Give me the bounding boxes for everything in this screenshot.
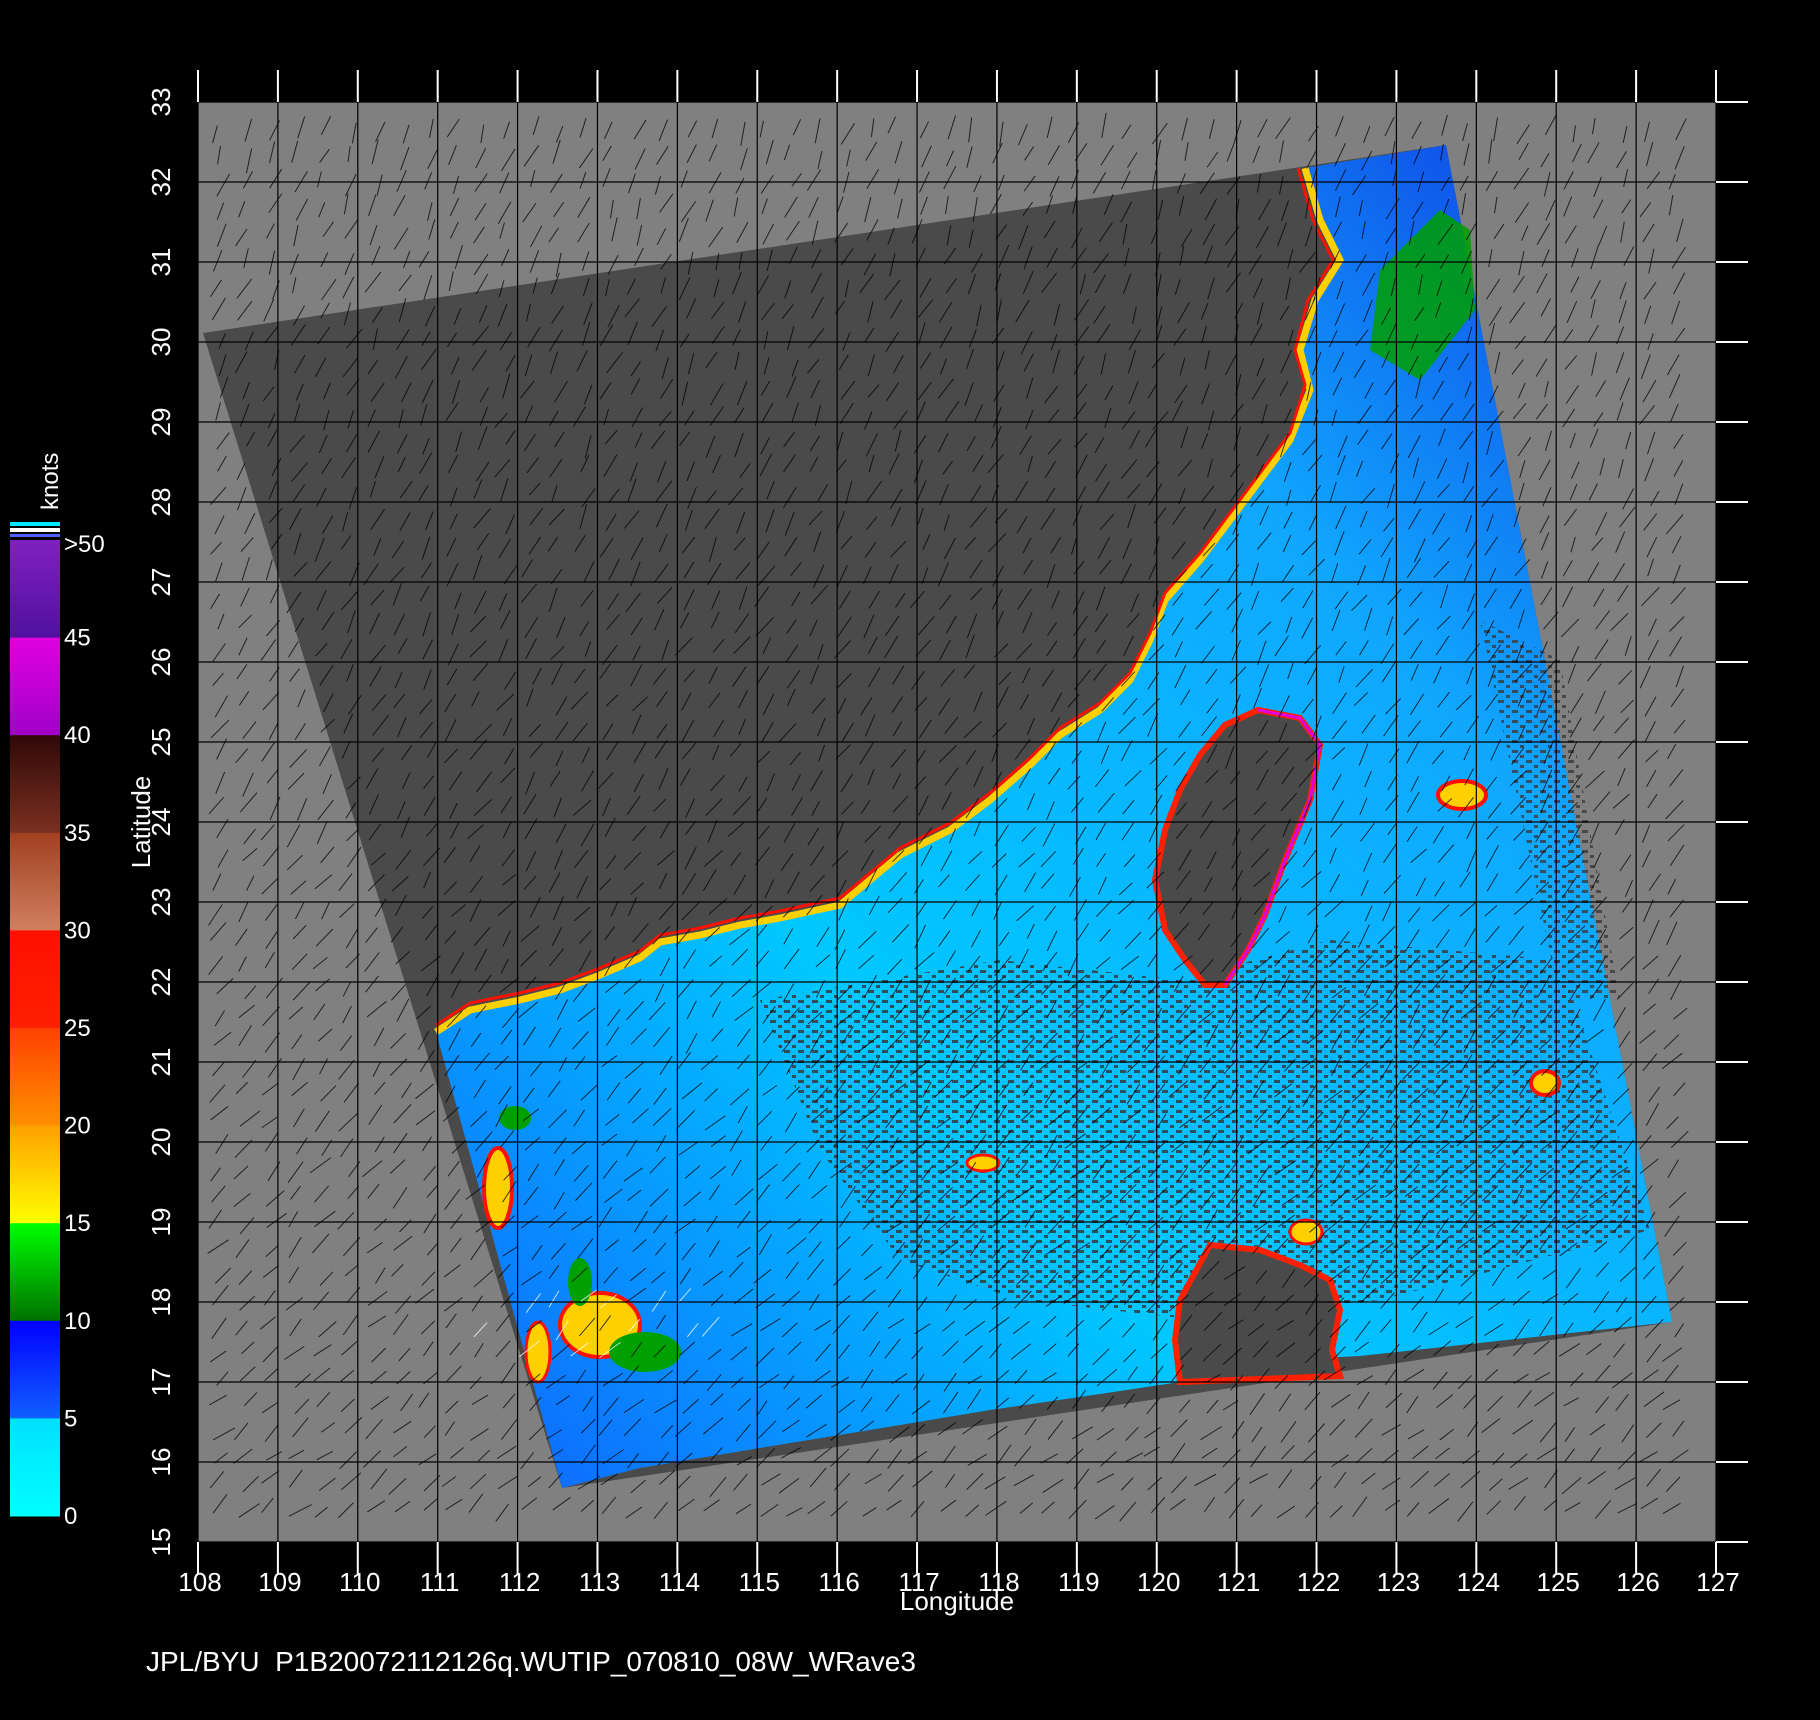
x-tick-label-113: 113 bbox=[579, 1567, 620, 1597]
colorbar-segment-50 bbox=[10, 540, 60, 639]
colorbar-segment-30 bbox=[10, 930, 60, 1029]
colorbar-label-45: 45 bbox=[64, 625, 91, 652]
x-tick-label-108: 108 bbox=[178, 1567, 221, 1597]
colorbar-label-0: 0 bbox=[64, 1503, 77, 1530]
colorbar-label-15: 15 bbox=[64, 1210, 91, 1237]
x-tick-label-110: 110 bbox=[339, 1567, 380, 1597]
colorbar-label-5: 5 bbox=[64, 1405, 77, 1432]
y-tick-label-16: 16 bbox=[146, 1448, 176, 1477]
colorbar-segment-25 bbox=[10, 1028, 60, 1127]
y-tick-label-30: 30 bbox=[146, 328, 176, 357]
x-tick-label-124: 124 bbox=[1457, 1567, 1500, 1597]
colorbar-segment-20 bbox=[10, 1125, 60, 1224]
x-tick-label-122: 122 bbox=[1297, 1567, 1340, 1597]
wind-map-figure: 108 109 110 111 112 113 114 115 116 117 118 119 120 1… bbox=[10, 70, 1748, 1616]
x-tick-label-115: 115 bbox=[739, 1567, 780, 1597]
y-tick-label-23: 23 bbox=[146, 888, 176, 917]
y-tick-label-17: 17 bbox=[146, 1368, 176, 1397]
y-tick-label-25: 25 bbox=[146, 728, 176, 757]
colorbar-label-50: >50 bbox=[64, 531, 105, 558]
x-tick-label-120: 120 bbox=[1137, 1567, 1180, 1597]
x-tick-label-123: 123 bbox=[1377, 1567, 1420, 1597]
colorbar-segment-40 bbox=[10, 735, 60, 834]
colorbar-segment-45 bbox=[10, 637, 60, 736]
y-tick-label-29: 29 bbox=[146, 408, 176, 437]
x-tick-label-121: 121 bbox=[1217, 1567, 1260, 1597]
y-tick-label-15: 15 bbox=[146, 1528, 176, 1557]
x-tick-label-126: 126 bbox=[1616, 1567, 1659, 1597]
x-tick-label-109: 109 bbox=[258, 1567, 301, 1597]
y-axis-title: Latitude bbox=[126, 776, 156, 869]
colorbar: knots >50 45 40 35 30 25 20 15 10 5 0 bbox=[10, 453, 105, 1530]
colorbar-segment-15 bbox=[10, 1223, 60, 1322]
colorbar-label-40: 40 bbox=[64, 722, 91, 749]
x-tick-label-112: 112 bbox=[499, 1567, 540, 1597]
y-tick-label-22: 22 bbox=[146, 968, 176, 997]
x-tick-label-116: 116 bbox=[818, 1567, 859, 1597]
colorbar-segment-5 bbox=[10, 1418, 60, 1517]
x-tick-label-125: 125 bbox=[1537, 1567, 1580, 1597]
colorbar-label-35: 35 bbox=[64, 820, 91, 847]
colorbar-label-10: 10 bbox=[64, 1308, 91, 1335]
colorbar-label-25: 25 bbox=[64, 1015, 91, 1042]
y-tick-label-27: 27 bbox=[146, 568, 176, 597]
colorbar-segment-10 bbox=[10, 1320, 60, 1419]
x-tick-label-111: 111 bbox=[420, 1567, 460, 1597]
y-tick-label-26: 26 bbox=[146, 648, 176, 677]
y-tick-label-28: 28 bbox=[146, 488, 176, 517]
x-tick-label-127: 127 bbox=[1696, 1567, 1739, 1597]
x-tick-label-119: 119 bbox=[1058, 1567, 1099, 1597]
colorbar-label-20: 20 bbox=[64, 1113, 91, 1140]
y-tick-label-33: 33 bbox=[146, 88, 176, 117]
y-tick-label-32: 32 bbox=[146, 168, 176, 197]
y-tick-label-20: 20 bbox=[146, 1128, 176, 1157]
x-tick-label-114: 114 bbox=[659, 1567, 700, 1597]
colorbar-label-30: 30 bbox=[64, 917, 91, 944]
colorbar-unit: knots bbox=[37, 453, 64, 510]
y-tick-label-18: 18 bbox=[146, 1288, 176, 1317]
y-tick-label-21: 21 bbox=[146, 1048, 176, 1077]
x-axis-title: Longitude bbox=[900, 1586, 1014, 1616]
y-tick-label-31: 31 bbox=[146, 248, 176, 277]
colorbar-segment-35 bbox=[10, 832, 60, 931]
y-tick-label-19: 19 bbox=[146, 1208, 176, 1237]
source-credit: JPL/BYU P1B20072112126q.WUTIP_070810_08W… bbox=[146, 1646, 916, 1677]
